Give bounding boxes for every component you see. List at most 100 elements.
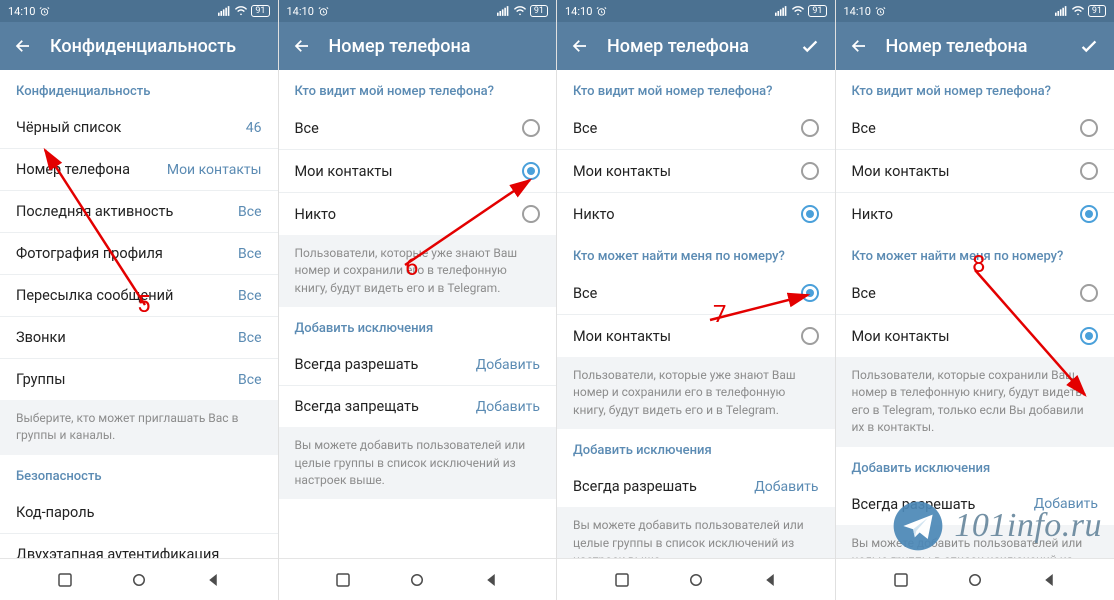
radio-icon — [1080, 119, 1098, 137]
row-phone[interactable]: Номер телефона Мои контакты — [0, 149, 278, 191]
appbar-title: Номер телефона — [329, 36, 471, 57]
row-never-allow[interactable]: Всегда запрещать Добавить — [279, 386, 557, 427]
section-exceptions: Добавить исключения — [279, 307, 557, 344]
row-value: Все — [238, 372, 261, 388]
row-passcode[interactable]: Код-пароль — [0, 492, 278, 534]
nav-back-icon[interactable] — [1040, 571, 1058, 589]
nav-recents-icon[interactable] — [892, 571, 910, 589]
statusbar: 14:10 91 — [836, 0, 1114, 22]
screen-phone-2: 14:10 91 Номер телефона Кто видит мой но… — [557, 0, 836, 600]
radio-icon — [1080, 162, 1098, 180]
exc-hint: Вы можете добавить пользователей или цел… — [557, 507, 835, 558]
section-who-sees: Кто видит мой номер телефона? — [557, 70, 835, 107]
radio-contacts[interactable]: Мои контакты — [557, 150, 835, 193]
radio-label: Все — [852, 285, 876, 302]
radio-label: Никто — [573, 206, 615, 223]
radio-icon — [522, 119, 540, 137]
radio-find-contacts[interactable]: Мои контакты — [557, 315, 835, 357]
who-hint: Пользователи, которые уже знают Ваш номе… — [279, 235, 557, 307]
appbar-title: Номер телефона — [886, 36, 1028, 57]
back-icon[interactable] — [293, 37, 311, 55]
row-always-allow[interactable]: Всегда разрешать Добавить — [557, 466, 835, 507]
signal-icon — [1055, 6, 1068, 16]
radio-icon — [522, 205, 540, 223]
exc-hint: Вы можете добавить пользователей или цел… — [279, 427, 557, 499]
groups-hint: Выберите, кто может приглашать Вас в гру… — [0, 400, 278, 455]
statusbar: 14:10 91 — [557, 0, 835, 22]
status-time: 14:10 — [565, 5, 592, 18]
radio-find-everybody[interactable]: Все — [836, 272, 1114, 315]
status-time: 14:10 — [844, 5, 871, 18]
row-action: Добавить — [476, 399, 540, 415]
statusbar: 14:10 91 — [279, 0, 557, 22]
nav-back-icon[interactable] — [482, 571, 500, 589]
navbar — [557, 558, 835, 600]
section-who-sees: Кто видит мой номер телефона? — [836, 70, 1114, 107]
section-exceptions: Добавить исключения — [557, 429, 835, 466]
nav-recents-icon[interactable] — [334, 571, 352, 589]
row-forward[interactable]: Пересылка сообщений Все — [0, 275, 278, 317]
appbar-title: Номер телефона — [607, 36, 749, 57]
section-security: Безопасность — [0, 455, 278, 492]
row-label: Всегда разрешать — [295, 356, 419, 373]
back-icon[interactable] — [850, 37, 868, 55]
back-icon[interactable] — [14, 37, 32, 55]
row-label: Всегда разрешать — [573, 478, 697, 495]
radio-find-everybody[interactable]: Все — [557, 272, 835, 315]
row-calls[interactable]: Звонки Все — [0, 317, 278, 359]
row-value: Все — [238, 204, 261, 220]
back-icon[interactable] — [571, 37, 589, 55]
nav-back-icon[interactable] — [761, 571, 779, 589]
row-last-seen[interactable]: Последняя активность Все — [0, 191, 278, 233]
nav-recents-icon[interactable] — [613, 571, 631, 589]
radio-nobody[interactable]: Никто — [557, 193, 835, 235]
radio-nobody[interactable]: Никто — [279, 193, 557, 235]
row-value: Мои контакты — [167, 162, 262, 178]
row-groups[interactable]: Группы Все — [0, 359, 278, 400]
radio-label: Все — [852, 120, 876, 137]
wifi-icon — [791, 6, 805, 16]
radio-icon — [1080, 284, 1098, 302]
radio-icon — [801, 162, 819, 180]
alarm-icon — [596, 6, 607, 17]
check-icon[interactable] — [799, 35, 821, 57]
row-label: Последняя активность — [16, 203, 173, 220]
nav-back-icon[interactable] — [204, 571, 222, 589]
row-photo[interactable]: Фотография профиля Все — [0, 233, 278, 275]
radio-find-contacts[interactable]: Мои контакты — [836, 315, 1114, 357]
radio-everybody[interactable]: Все — [557, 107, 835, 150]
radio-everybody[interactable]: Все — [836, 107, 1114, 150]
radio-icon — [801, 205, 819, 223]
wifi-icon — [513, 6, 527, 16]
find-hint: Пользователи, которые уже знают Ваш номе… — [557, 357, 835, 429]
nav-home-icon[interactable] — [408, 571, 426, 589]
radio-contacts[interactable]: Мои контакты — [279, 150, 557, 193]
radio-nobody[interactable]: Никто — [836, 193, 1114, 235]
radio-label: Мои контакты — [573, 328, 671, 345]
row-value: 46 — [246, 120, 262, 136]
radio-icon — [1080, 205, 1098, 223]
radio-contacts[interactable]: Мои контакты — [836, 150, 1114, 193]
radio-icon — [1080, 327, 1098, 345]
nav-home-icon[interactable] — [966, 571, 984, 589]
watermark-text: 101info.ru — [954, 507, 1102, 545]
row-always-allow[interactable]: Всегда разрешать Добавить — [279, 344, 557, 386]
nav-home-icon[interactable] — [130, 571, 148, 589]
nav-home-icon[interactable] — [687, 571, 705, 589]
row-label: Номер телефона — [16, 161, 130, 178]
row-label: Фотография профиля — [16, 245, 163, 262]
row-value: Все — [238, 330, 261, 346]
navbar — [836, 558, 1114, 600]
row-label: Всегда запрещать — [295, 398, 419, 415]
row-blacklist[interactable]: Чёрный список 46 — [0, 107, 278, 149]
row-label: Двухэтапная аутентификация — [16, 546, 219, 558]
row-2fa[interactable]: Двухэтапная аутентификация — [0, 534, 278, 558]
section-privacy: Конфиденциальность — [0, 70, 278, 107]
row-value: Все — [238, 288, 261, 304]
alarm-icon — [318, 6, 329, 17]
radio-everybody[interactable]: Все — [279, 107, 557, 150]
alarm-icon — [39, 6, 50, 17]
nav-recents-icon[interactable] — [56, 571, 74, 589]
check-icon[interactable] — [1078, 35, 1100, 57]
battery-icon: 91 — [251, 5, 269, 17]
